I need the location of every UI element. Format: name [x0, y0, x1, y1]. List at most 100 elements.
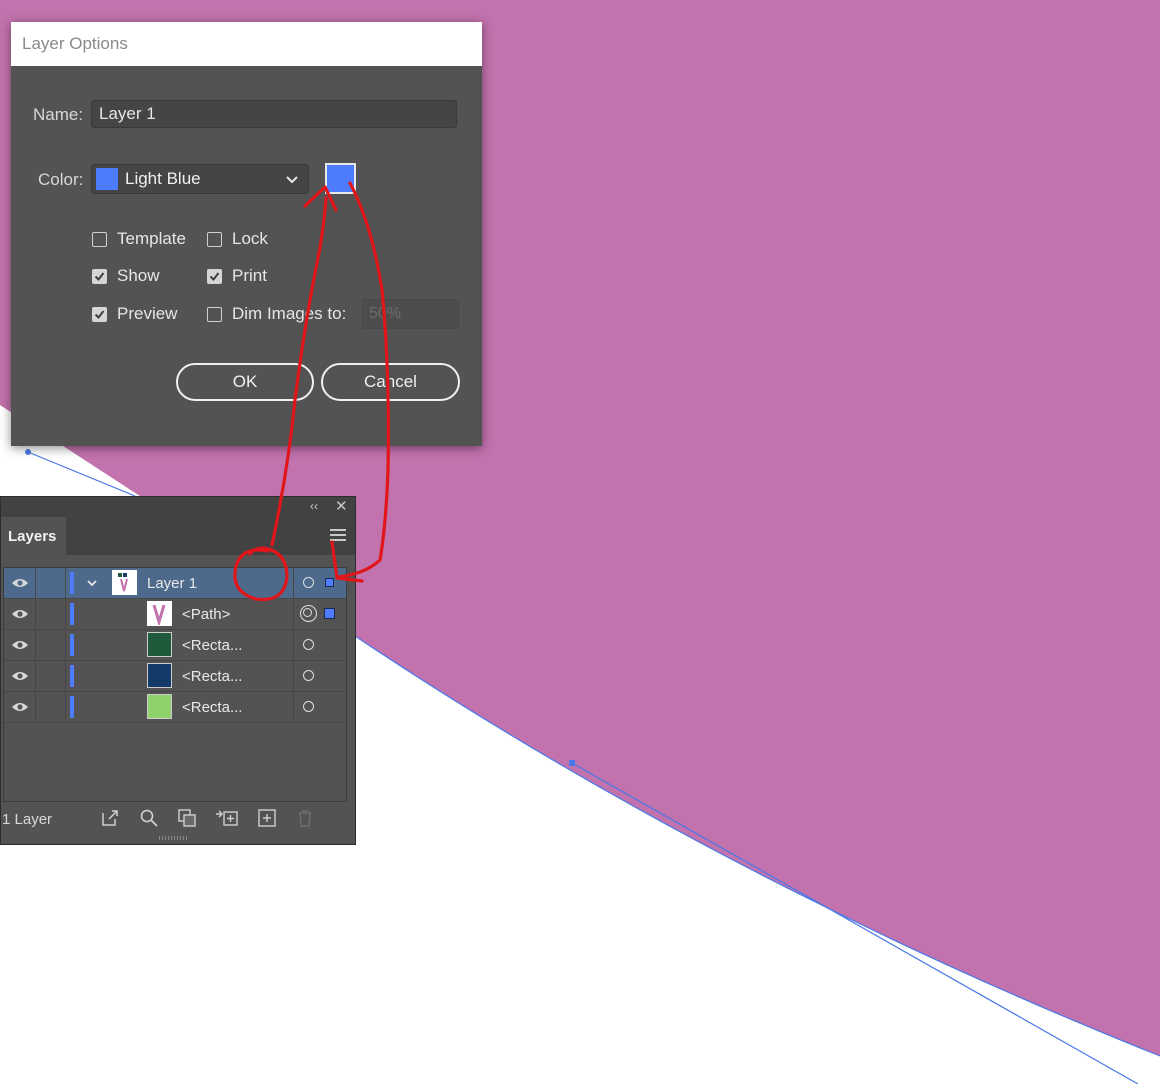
- path-thumbnail: [147, 601, 172, 628]
- template-label: Template: [117, 229, 186, 248]
- target-circle-icon[interactable]: [303, 639, 314, 650]
- dialog-title: Layer Options: [22, 34, 128, 53]
- selection-indicator[interactable]: [325, 578, 334, 587]
- collapse-panel-icon[interactable]: ‹‹: [310, 499, 318, 513]
- checkmark-icon: [209, 271, 220, 281]
- custom-color-swatch-button[interactable]: [325, 163, 356, 194]
- lock-checkbox[interactable]: Lock: [207, 229, 268, 249]
- rectangle-thumbnail: [147, 632, 172, 657]
- anchor-point[interactable]: [569, 760, 575, 766]
- checkmark-icon: [94, 271, 105, 281]
- eye-icon: [11, 703, 28, 711]
- visibility-toggle[interactable]: [4, 661, 36, 691]
- chevron-down-icon[interactable]: [86, 577, 98, 589]
- lock-toggle[interactable]: [36, 630, 66, 660]
- rectangle-thumbnail: [147, 694, 172, 719]
- dim-images-checkbox[interactable]: Dim Images to:: [207, 304, 346, 324]
- eye-icon: [11, 672, 28, 680]
- cancel-button[interactable]: Cancel: [321, 363, 460, 401]
- target-divider: [293, 630, 294, 660]
- panel-topbar[interactable]: ‹‹ ✕: [1, 497, 355, 517]
- dim-images-checkbox-box[interactable]: [207, 306, 222, 322]
- target-divider: [293, 692, 294, 722]
- preview-checkbox-box[interactable]: [92, 306, 107, 322]
- trash-icon[interactable]: [295, 808, 315, 828]
- layer-count: 1 Layer: [2, 811, 53, 828]
- layer-name: <Recta...: [182, 699, 243, 716]
- lock-toggle[interactable]: [36, 692, 66, 722]
- layer-row-layer-1[interactable]: Layer 1: [4, 568, 346, 599]
- layer-color-bar: [70, 696, 74, 718]
- target-divider: [293, 661, 294, 691]
- ok-button[interactable]: OK: [176, 363, 314, 401]
- tab-layers-label: Layers: [8, 527, 57, 545]
- layer-row-rectangle[interactable]: <Recta...: [4, 630, 346, 661]
- lock-toggle[interactable]: [36, 599, 66, 629]
- panel-tab-row: Layers: [1, 517, 355, 555]
- close-icon[interactable]: ✕: [335, 497, 348, 515]
- color-dropdown-swatch: [96, 168, 118, 190]
- color-label: Color:: [38, 170, 84, 189]
- layer-name: <Recta...: [182, 668, 243, 685]
- eye-icon: [11, 579, 28, 587]
- lock-toggle[interactable]: [36, 661, 66, 691]
- handle-point[interactable]: [25, 449, 31, 455]
- color-dropdown[interactable]: Light Blue: [91, 164, 309, 194]
- checkmark-icon: [94, 309, 105, 319]
- export-icon[interactable]: [100, 808, 120, 828]
- layer-options-dialog: Layer Options Name: Color: Light Blue Te…: [11, 22, 482, 446]
- layer-color-bar: [70, 634, 74, 656]
- target-circle-icon[interactable]: [303, 701, 314, 712]
- layer-name-input[interactable]: [91, 100, 457, 128]
- template-checkbox[interactable]: Template: [92, 229, 186, 249]
- layer-color-bar: [70, 665, 74, 687]
- target-divider: [293, 568, 294, 598]
- layer-thumbnail: [112, 570, 137, 595]
- name-label: Name:: [33, 105, 84, 124]
- target-circle-icon[interactable]: [300, 605, 317, 622]
- resize-grip[interactable]: [159, 836, 189, 840]
- eye-icon: [11, 610, 28, 618]
- show-label: Show: [117, 266, 160, 285]
- rectangle-thumbnail: [147, 663, 172, 688]
- show-checkbox[interactable]: Show: [92, 266, 160, 286]
- dim-images-percent-input: 50%: [362, 299, 459, 329]
- dialog-titlebar[interactable]: Layer Options: [11, 22, 482, 66]
- visibility-toggle[interactable]: [4, 599, 36, 629]
- clipping-mask-icon[interactable]: [177, 808, 197, 828]
- layer-row-rectangle[interactable]: <Recta...: [4, 661, 346, 692]
- visibility-toggle[interactable]: [4, 630, 36, 660]
- visibility-toggle[interactable]: [4, 692, 36, 722]
- dim-images-label: Dim Images to:: [232, 304, 347, 323]
- show-checkbox-box[interactable]: [92, 268, 107, 284]
- target-circle-icon[interactable]: [303, 670, 314, 681]
- layers-panel: ‹‹ ✕ Layers Layer 1 <Path> <Recta... <Re…: [0, 496, 356, 845]
- eye-icon: [11, 641, 28, 649]
- preview-label: Preview: [117, 304, 178, 323]
- panel-footer: 1 Layer: [1, 803, 355, 833]
- layer-color-bar: [70, 572, 74, 594]
- print-checkbox-box[interactable]: [207, 268, 222, 284]
- target-circle-icon[interactable]: [303, 577, 314, 588]
- preview-checkbox[interactable]: Preview: [92, 304, 177, 324]
- template-checkbox-box[interactable]: [92, 231, 107, 247]
- layer-row-rectangle[interactable]: <Recta...: [4, 692, 346, 723]
- lock-label: Lock: [232, 229, 268, 248]
- lock-checkbox-box[interactable]: [207, 231, 222, 247]
- lock-toggle[interactable]: [36, 568, 66, 598]
- layer-name: Layer 1: [147, 575, 198, 592]
- target-divider: [293, 599, 294, 629]
- print-checkbox[interactable]: Print: [207, 266, 267, 286]
- print-label: Print: [232, 266, 267, 285]
- move-to-layer-icon[interactable]: [215, 808, 239, 828]
- selection-indicator[interactable]: [324, 608, 335, 619]
- layer-name: <Path>: [182, 606, 231, 623]
- new-layer-icon[interactable]: [257, 808, 277, 828]
- layer-row-path[interactable]: <Path>: [4, 599, 346, 630]
- search-icon[interactable]: [139, 808, 159, 828]
- panel-menu-icon[interactable]: [330, 529, 346, 541]
- visibility-toggle[interactable]: [4, 568, 36, 598]
- color-dropdown-value: Light Blue: [125, 169, 201, 188]
- layer-list: Layer 1 <Path> <Recta... <Recta... <Rect…: [3, 567, 347, 802]
- tab-layers[interactable]: Layers: [1, 517, 66, 555]
